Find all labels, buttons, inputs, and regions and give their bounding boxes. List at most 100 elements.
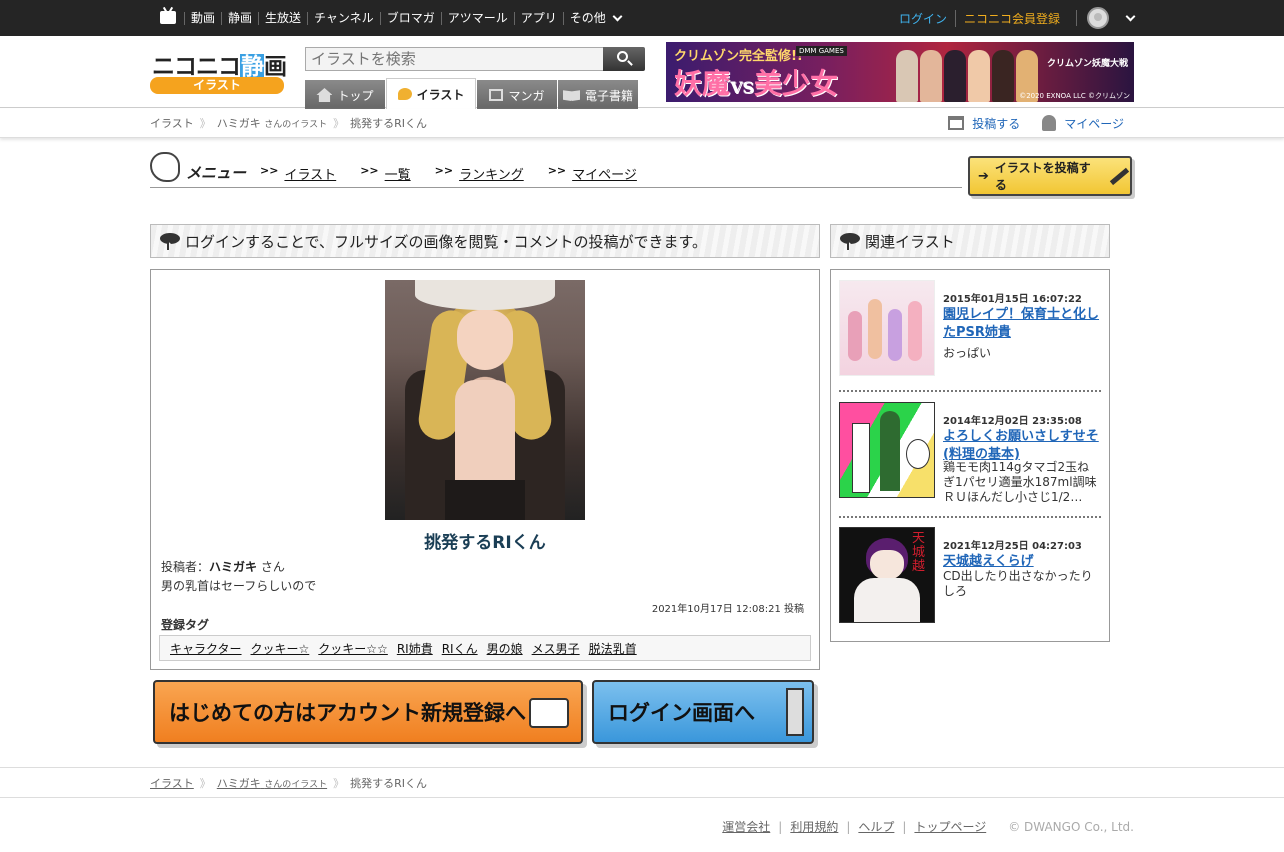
footer-link-help[interactable]: ヘルプ <box>858 818 894 835</box>
chevron-down-icon <box>612 11 623 21</box>
tab-illust[interactable]: イラスト <box>386 78 476 109</box>
post-link[interactable]: 投稿する <box>972 115 1020 132</box>
poster-suffix: さん <box>260 560 285 574</box>
footer-link-company[interactable]: 運営会社 <box>722 818 770 835</box>
divider: | <box>778 819 783 834</box>
nav-more-label: その他 <box>569 10 606 25</box>
tag-item[interactable]: キャラクター <box>170 640 242 657</box>
menu-link-ranking[interactable]: >> ランキング <box>435 164 524 183</box>
footer-breadcrumb-user-suffix: さんのイラスト <box>264 780 328 790</box>
tag-list: キャラクター クッキー☆ クッキー☆☆ RI姉貴 RIくん 男の娘 メス男子 脱… <box>159 635 811 661</box>
breadcrumb-user-suffix: さんのイラスト <box>264 120 328 130</box>
sprout-icon <box>159 232 177 250</box>
seiga-logo[interactable]: ニコニコ静画 イラスト <box>150 47 287 95</box>
menu-prefix: >> <box>434 164 454 177</box>
illust-menu: メニュー >> イラスト >> 一覧 >> ランキング >> マイページ <box>150 152 962 188</box>
tag-item[interactable]: クッキー☆☆ <box>318 640 388 657</box>
nav-more[interactable]: その他 <box>562 10 627 25</box>
divider <box>839 516 1101 518</box>
footer-link-terms[interactable]: 利用規約 <box>790 818 838 835</box>
illust-title: 挑発するRIくん <box>424 533 546 553</box>
nav-app[interactable]: アプリ <box>513 11 563 25</box>
tag-item[interactable]: 男の娘 <box>487 640 523 657</box>
nav-channel[interactable]: チャンネル <box>307 11 380 25</box>
related-title[interactable]: よろしくお願いさしすせそ(料理の基本) <box>943 428 1101 464</box>
footer-link-top[interactable]: トップページ <box>914 818 986 835</box>
related-thumbnail[interactable] <box>839 402 935 498</box>
poster-name[interactable]: ハミガキ <box>209 560 257 574</box>
footer-breadcrumb-user-name: ハミガキ <box>216 777 261 790</box>
footer-breadcrumb-illust[interactable]: イラスト <box>150 775 194 791</box>
tab-top-label: トップ <box>337 88 374 103</box>
ad-banner[interactable]: クリムゾン完全監修!! DMM GAMES 妖魔VS美少女 クリムゾン妖魔大戦 … <box>666 42 1134 102</box>
breadcrumb-illust[interactable]: イラスト <box>150 115 194 131</box>
tags-label: 登録タグ <box>161 618 210 632</box>
book-icon <box>562 90 580 101</box>
menu-link-illust[interactable]: >> イラスト <box>260 164 336 183</box>
tab-top[interactable]: トップ <box>305 80 385 110</box>
login-screen-button[interactable]: ログイン画面へ <box>592 680 814 744</box>
tab-ebook[interactable]: 電子書籍 <box>558 80 638 110</box>
login-notice-heading: ログインすることで、フルサイズの画像を閲覧・コメントの投稿ができます。 <box>150 224 820 258</box>
divider <box>839 390 1101 392</box>
search-icon <box>617 51 628 62</box>
mypage-link[interactable]: マイページ <box>1064 115 1124 132</box>
register-link[interactable]: ニコニコ会員登録 <box>954 9 1068 27</box>
related-text: 鶏モモ肉114gタマゴ2玉ねぎ1パセリ適量水187ml調味ＲＵほんだし小さじ1/… <box>943 460 1097 504</box>
footer-breadcrumb-user[interactable]: ハミガキ さんのイラスト <box>217 775 327 791</box>
menu-prefix: >> <box>547 164 567 177</box>
chevron-down-icon[interactable] <box>1125 11 1136 21</box>
tag-item[interactable]: クッキー☆ <box>251 640 310 657</box>
nav-seiga[interactable]: 静画 <box>221 11 258 25</box>
related-heading-text: 関連イラスト <box>865 232 955 251</box>
nav-atsumaru[interactable]: アツマール <box>440 11 514 25</box>
nav-live[interactable]: 生放送 <box>258 11 307 25</box>
menu-link-mypage[interactable]: >> マイページ <box>548 164 637 183</box>
login-notice-text: ログインすることで、フルサイズの画像を閲覧・コメントの投稿ができます。 <box>185 232 708 251</box>
login-link[interactable]: ログイン <box>899 10 955 27</box>
nav-blomaga[interactable]: ブロマガ <box>379 11 441 25</box>
tag-item[interactable]: 脱法乳首 <box>589 640 637 657</box>
home-icon <box>316 88 333 102</box>
register-account-button[interactable]: はじめての方はアカウント新規登録へ <box>153 680 583 744</box>
post-illust-button[interactable]: ➔ イラストを投稿する <box>968 156 1132 196</box>
niconico-tv-icon <box>529 698 569 728</box>
menu-title: メニュー <box>186 164 247 182</box>
banner-game-name: クリムゾン妖魔大戦 <box>1046 59 1128 69</box>
avatar-icon[interactable] <box>1087 7 1109 29</box>
nav-video[interactable]: 動画 <box>184 11 221 25</box>
sprout-icon <box>839 232 857 250</box>
search-box <box>305 47 645 71</box>
menu-link-list[interactable]: >> 一覧 <box>360 164 410 183</box>
banner-title-b: 美少女 <box>753 67 838 100</box>
menu-links: >> イラスト >> 一覧 >> ランキング >> マイページ <box>260 164 637 183</box>
niconico-tv-icon[interactable] <box>160 11 176 24</box>
tab-manga[interactable]: マンガ <box>477 80 557 110</box>
post-date: 2021年10月17日 12:08:21 投稿 <box>651 604 804 615</box>
register-account-label: はじめての方はアカウント新規登録へ <box>169 701 526 725</box>
breadcrumb-separator: 》 <box>333 117 345 130</box>
search-button[interactable] <box>603 47 645 71</box>
related-thumbnail[interactable]: 天城越 <box>839 527 935 623</box>
upload-icon[interactable] <box>948 116 965 130</box>
tag-item[interactable]: メス男子 <box>532 640 580 657</box>
footer-breadcrumb: イラスト 》 ハミガキ さんのイラスト 》 挑発するRIくん <box>150 768 427 798</box>
divider: | <box>902 819 907 834</box>
related-thumbnail[interactable] <box>839 280 935 376</box>
tag-item[interactable]: RI姉貴 <box>397 640 433 657</box>
related-title[interactable]: 園児レイプ！保育士と化したPSR姉貴 <box>943 306 1101 342</box>
palette-icon <box>150 152 180 182</box>
user-icon[interactable] <box>1042 115 1057 131</box>
search-input[interactable] <box>305 47 605 71</box>
footer-breadcrumb-current: 挑発するRIくん <box>350 777 427 790</box>
header-tools: 投稿する マイページ <box>948 109 1124 137</box>
breadcrumb-user[interactable]: ハミガキ さんのイラスト <box>217 115 327 131</box>
tag-item[interactable]: RIくん <box>442 640 478 657</box>
banner-brand: DMM GAMES <box>796 46 847 56</box>
related-date: 2014年12月02日 23:35:08 <box>943 416 1082 427</box>
breadcrumb-bar: イラスト 》 ハミガキ さんのイラスト 》 挑発するRIくん 投稿する マイペー… <box>0 109 1284 138</box>
copyright: © DWANGO Co., Ltd. <box>1008 819 1134 834</box>
palette-icon <box>397 88 412 100</box>
illust-image[interactable] <box>385 280 585 520</box>
banner-title: 妖魔VS美少女 <box>674 62 838 102</box>
